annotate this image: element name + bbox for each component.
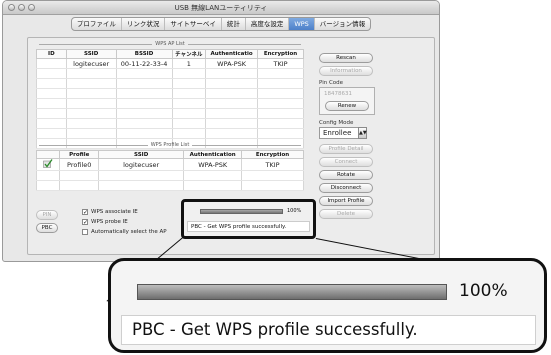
import-profile-button[interactable]: Import Profile — [319, 196, 373, 206]
rotate-button[interactable]: Rotate — [319, 170, 373, 180]
rescan-button[interactable]: Rescan — [319, 53, 373, 63]
ap-col-channel[interactable]: チャンネル — [171, 49, 207, 59]
tab-wps[interactable]: WPS — [289, 18, 315, 30]
profile-list-legend: WPS Profile List — [36, 142, 304, 148]
table-row[interactable]: logitecuser 00-11-22-33-4 1 WPA-PSK TKIP — [36, 58, 304, 69]
config-mode-label: Config Mode — [319, 120, 354, 126]
profile-cell-ssid: logitecuser — [97, 158, 185, 171]
table-row — [35, 170, 304, 181]
ap-list-legend-text: WPS AP List — [155, 41, 185, 47]
status-callout-small: 100% PBC - Get WPS profile successfully. — [181, 199, 316, 239]
pin-code-label: Pin Code — [319, 80, 344, 86]
profile-col-profile[interactable]: Profile — [59, 150, 99, 159]
progress-bar — [200, 209, 283, 214]
table-row[interactable]: Profile0 logitecuser WPA-PSK TKIP — [35, 158, 304, 171]
profile-list-legend-text: WPS Profile List — [150, 142, 190, 148]
window-controls — [8, 4, 35, 11]
profile-cell-encryption: TKIP — [241, 158, 304, 171]
profile-status-icon — [35, 158, 61, 171]
tab-link-status[interactable]: リンク状況 — [122, 18, 166, 30]
profile-col-ssid[interactable]: SSID — [97, 150, 185, 159]
wps-associate-ie-checkbox[interactable]: ✓ — [82, 209, 88, 216]
ap-cell-encryption: TKIP — [257, 58, 304, 69]
close-window-button[interactable] — [8, 4, 15, 11]
wps-associate-ie-label: WPS associate IE — [91, 209, 138, 215]
table-row — [36, 128, 304, 139]
table-row — [36, 118, 304, 129]
pin-code-value: 18478631 — [324, 91, 352, 97]
tab-statistics[interactable]: 統計 — [222, 18, 246, 30]
minimize-window-button[interactable] — [18, 4, 25, 11]
ap-cell-channel: 1 — [171, 58, 207, 69]
title-bar: USB 無線LANユーティリティ — [3, 1, 439, 15]
pin-button[interactable]: PIN — [36, 210, 58, 220]
wps-probe-ie-label: WPS probe IE — [91, 219, 128, 225]
status-message: PBC - Get WPS profile successfully. — [187, 221, 310, 232]
table-row — [35, 180, 304, 191]
profile-list-header-row: Profile SSID Authentication Encryption — [35, 150, 304, 159]
ap-list-table[interactable]: ID SSID BSSID チャンネル Authenticatio Encryp… — [36, 49, 304, 149]
chevron-down-icon[interactable]: ▲▼ — [358, 127, 367, 139]
tab-version-info[interactable]: バージョン情報 — [315, 18, 370, 30]
profile-cell-authentication: WPA-PSK — [183, 158, 243, 171]
information-button[interactable]: Information — [319, 66, 373, 76]
ap-col-encryption[interactable]: Encryption — [257, 49, 304, 59]
profile-col-authentication[interactable]: Authentication — [183, 150, 243, 159]
window-title: USB 無線LANユーティリティ — [174, 4, 268, 12]
wps-probe-ie-option[interactable]: ✓ WPS probe IE — [82, 219, 128, 226]
renew-button[interactable]: Renew — [325, 101, 369, 111]
status-message-zoomed: PBC - Get WPS profile successfully. — [121, 315, 536, 345]
ap-col-bssid[interactable]: BSSID — [115, 49, 173, 59]
connect-button[interactable]: Connect — [319, 157, 373, 167]
wps-associate-ie-option[interactable]: ✓ WPS associate IE — [82, 209, 138, 216]
ap-list-legend: WPS AP List — [36, 41, 304, 47]
ap-cell-authentication: WPA-PSK — [205, 58, 259, 69]
ap-col-ssid[interactable]: SSID — [65, 49, 117, 59]
auto-select-ap-option[interactable]: Automatically select the AP — [82, 229, 167, 235]
ap-cell-id — [36, 58, 67, 69]
ap-col-authentication[interactable]: Authenticatio — [205, 49, 259, 59]
tab-bar-wrapper: プロファイル リンク状況 サイトサーベイ 統計 高度な設定 WPS バージョン情… — [3, 17, 439, 31]
progress-bar-zoomed — [137, 284, 447, 300]
profile-list-table[interactable]: Profile SSID Authentication Encryption P… — [35, 150, 304, 191]
tab-profile[interactable]: プロファイル — [72, 18, 122, 30]
table-row — [36, 88, 304, 99]
tab-bar: プロファイル リンク状況 サイトサーベイ 統計 高度な設定 WPS バージョン情… — [70, 17, 372, 31]
progress-percent-zoomed: 100% — [459, 281, 508, 301]
ap-cell-ssid: logitecuser — [65, 58, 117, 69]
delete-button[interactable]: Delete — [319, 209, 373, 219]
auto-select-ap-label: Automatically select the AP — [91, 229, 167, 235]
wps-probe-ie-checkbox[interactable]: ✓ — [82, 219, 88, 226]
auto-select-ap-checkbox[interactable] — [82, 229, 88, 235]
table-row — [36, 98, 304, 109]
ap-col-id[interactable]: ID — [36, 49, 67, 59]
status-callout-zoomed: 100% PBC - Get WPS profile successfully. — [108, 258, 547, 353]
ap-cell-bssid: 00-11-22-33-4 — [115, 58, 173, 69]
table-row — [36, 68, 304, 79]
table-row — [36, 108, 304, 119]
tab-advanced[interactable]: 高度な設定 — [246, 18, 290, 30]
progress-percent: 100% — [287, 208, 302, 214]
zoom-window-button[interactable] — [28, 4, 35, 11]
tab-site-survey[interactable]: サイトサーベイ — [165, 18, 222, 30]
disconnect-button[interactable]: Disconnect — [319, 183, 373, 193]
pbc-button[interactable]: PBC — [36, 223, 58, 233]
profile-cell-name: Profile0 — [59, 158, 99, 171]
profile-detail-button[interactable]: Profile Detail — [319, 144, 373, 154]
table-row — [36, 78, 304, 89]
profile-col-icon — [35, 150, 61, 159]
profile-col-encryption[interactable]: Encryption — [241, 150, 304, 159]
ap-list-header-row: ID SSID BSSID チャンネル Authenticatio Encryp… — [36, 49, 304, 59]
